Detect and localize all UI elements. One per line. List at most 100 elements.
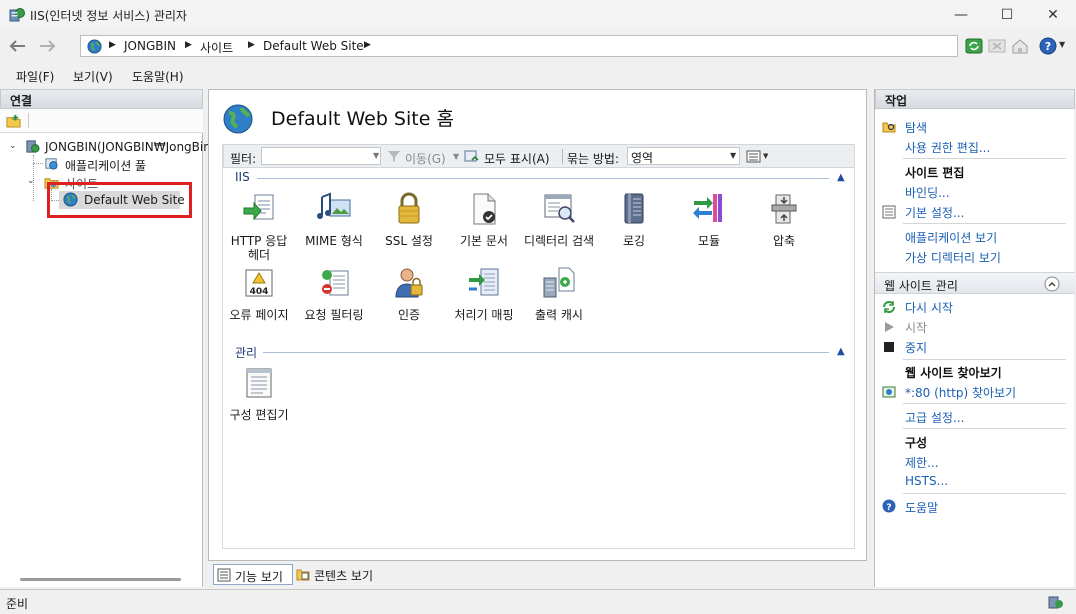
group-label-management: 관리 [235, 346, 258, 360]
filter-separator [562, 149, 563, 164]
tree-app-pools[interactable]: 애플리케이션 풀 [65, 157, 146, 174]
feature-directory-browsing[interactable]: 디렉터리 검색 [522, 191, 596, 248]
group-by-select[interactable]: 영역 ▼ [627, 147, 740, 165]
group-by-value: 영역 [631, 151, 654, 165]
svg-text:404: 404 [250, 287, 269, 297]
action-view-applications[interactable]: 애플리케이션 보기 [905, 229, 997, 246]
action-advanced-settings[interactable]: 고급 설정... [905, 409, 964, 426]
feature-label: 인증 [397, 308, 421, 322]
filter-label: 필터: [230, 152, 257, 166]
action-view-virtual-dirs[interactable]: 가상 디렉터리 보기 [905, 249, 1001, 266]
feature-label: 로깅 [622, 234, 646, 248]
feature-label: 압축 [772, 234, 796, 248]
feature-modules[interactable]: 모듈 [672, 191, 746, 248]
stop-icon[interactable] [988, 37, 1006, 55]
filter-input[interactable] [261, 147, 381, 165]
tree-expand-icon[interactable]: ⌄ [9, 141, 17, 151]
go-button[interactable]: 이동(G) [405, 150, 446, 167]
minimize-icon: — [954, 7, 968, 23]
address-bar[interactable]: ▶ JONGBIN ▶ 사이트 ▶ Default Web Site ▶ [80, 35, 958, 57]
error-pages-404-icon: 404 [245, 269, 273, 297]
action-help[interactable]: 도움말 [905, 499, 938, 516]
tree-expand-icon[interactable]: ⌄ [27, 176, 35, 186]
content-border [222, 144, 223, 548]
tree-default-web-site[interactable]: Default Web Site [84, 193, 185, 207]
menu-help[interactable]: 도움말(H) [132, 68, 184, 85]
minimize-button[interactable]: — [938, 0, 984, 30]
maximize-button[interactable]: ☐ [984, 0, 1030, 30]
menu-view[interactable]: 보기(V) [73, 68, 113, 85]
content-border [854, 144, 855, 548]
feature-handler-mappings[interactable]: 처리기 매핑 [447, 265, 521, 322]
actions-separator [903, 223, 1066, 224]
connection-status-icon [1048, 596, 1063, 609]
feature-label: 기본 문서 [460, 234, 508, 248]
back-button[interactable] [5, 36, 29, 56]
action-basic-settings[interactable]: 기본 설정... [905, 204, 964, 221]
action-limits[interactable]: 제한... [905, 454, 939, 471]
feature-output-cache[interactable]: 출력 캐시 [522, 265, 596, 322]
action-bindings[interactable]: 바인딩... [905, 184, 950, 201]
view-mode-icon[interactable] [746, 149, 762, 164]
crumb-arrow-icon: ▶ [185, 40, 192, 50]
feature-compression[interactable]: 압축 [747, 191, 821, 248]
refresh-icon[interactable] [965, 37, 983, 55]
menu-file[interactable]: 파일(F) [16, 68, 54, 85]
filter-dropdown-icon[interactable]: ▼ [373, 151, 379, 160]
request-filtering-icon [322, 270, 349, 296]
globe-icon [87, 39, 102, 54]
show-all-icon [464, 150, 479, 162]
help-icon[interactable]: ? [1039, 37, 1057, 55]
action-restart[interactable]: 다시 시작 [905, 299, 953, 316]
compression-icon [771, 194, 797, 224]
feature-error-pages[interactable]: 404 오류 페이지 [222, 265, 296, 322]
feature-mime-types[interactable]: MIME 형식 [297, 191, 371, 248]
action-start[interactable]: 시작 [905, 319, 927, 336]
feature-request-filtering[interactable]: 요청 필터링 [297, 265, 371, 322]
feature-logging[interactable]: 로깅 [597, 191, 671, 248]
feature-label: 구성 편집기 [229, 408, 289, 422]
status-text: 준비 [6, 597, 29, 611]
restart-icon [883, 301, 895, 313]
filter-bar: 필터: ▼ 이동(G) ▼ 모두 표시(A) 묶는 방법: 영역 ▼ ▼ [223, 144, 855, 168]
action-stop[interactable]: 중지 [905, 339, 927, 356]
collapse-section-icon[interactable] [1044, 276, 1060, 292]
chevron-down-icon: ▼ [730, 151, 737, 160]
tree-server[interactable]: JONGBIN(JONGBIN₩JongBin) [45, 140, 216, 154]
show-all-button[interactable]: 모두 표시(A) [484, 150, 550, 167]
svg-text:?: ? [1045, 40, 1051, 53]
feature-label: 오류 페이지 [229, 308, 289, 322]
forward-button[interactable] [36, 36, 60, 56]
action-edit-permissions[interactable]: 사용 권한 편집... [905, 139, 990, 156]
horizontal-scrollbar[interactable] [20, 578, 181, 581]
crumb-server[interactable]: JONGBIN [124, 39, 176, 53]
collapse-group-icon[interactable]: ▲ [837, 172, 845, 183]
crumb-sites[interactable]: 사이트 [200, 39, 233, 56]
tab-features-view[interactable]: 기능 보기 [213, 564, 293, 585]
feature-authentication[interactable]: 인증 [372, 265, 446, 322]
feature-default-document[interactable]: 기본 문서 [447, 191, 521, 248]
actions-separator [903, 493, 1066, 494]
collapse-group-icon[interactable]: ▲ [837, 346, 845, 357]
iis-app-icon [9, 8, 25, 22]
feature-http-response-headers[interactable]: HTTP 응답 헤더 [222, 191, 296, 262]
action-explore[interactable]: 탐색 [905, 119, 927, 136]
authentication-user-icon [395, 268, 423, 298]
close-button[interactable]: ✕ [1030, 0, 1076, 30]
create-connection-icon[interactable] [6, 113, 21, 128]
crumb-arrow-icon: ▶ [109, 40, 116, 50]
feature-ssl-settings[interactable]: SSL 설정 [372, 191, 446, 248]
crumb-site[interactable]: Default Web Site [263, 39, 364, 53]
actions-separator [903, 359, 1066, 360]
tab-content-view[interactable]: 콘텐츠 보기 [295, 564, 385, 585]
connections-header: 연결 [0, 89, 203, 109]
action-hsts[interactable]: HSTS... [905, 474, 948, 488]
home-icon[interactable] [1011, 37, 1029, 55]
go-dropdown-icon[interactable]: ▼ [453, 152, 459, 161]
settings-page-icon [882, 205, 896, 219]
tab-features-label: 기능 보기 [235, 570, 283, 584]
feature-configuration-editor[interactable]: 구성 편집기 [222, 365, 296, 422]
help-dropdown-icon[interactable]: ▼ [1059, 40, 1065, 49]
view-mode-dropdown-icon[interactable]: ▼ [763, 152, 768, 160]
action-browse-80[interactable]: *:80 (http) 찾아보기 [905, 384, 1016, 401]
